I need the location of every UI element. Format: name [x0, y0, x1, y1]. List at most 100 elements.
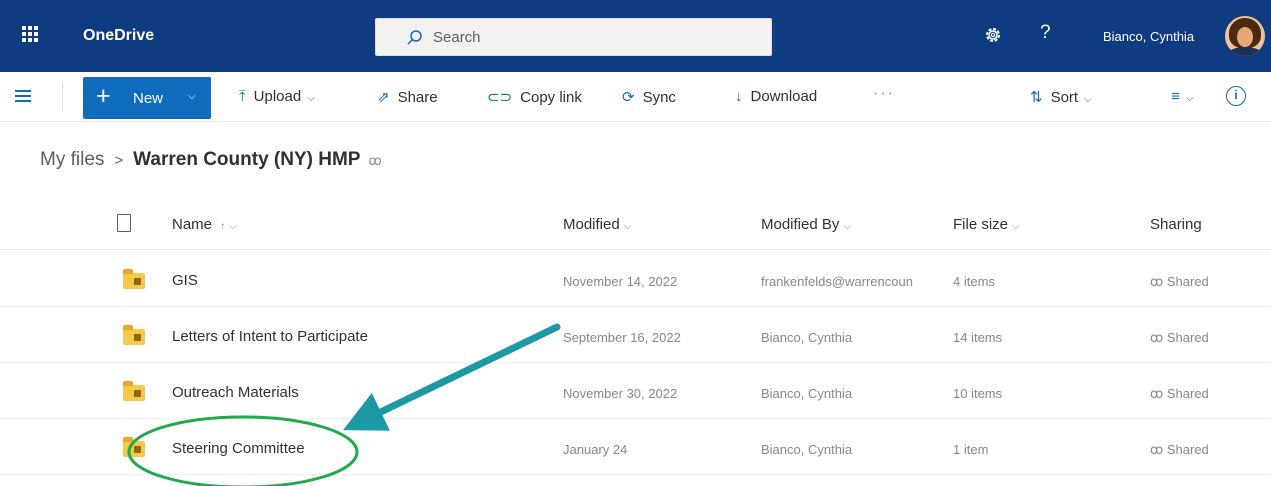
file-row[interactable]: Letters of Intent to Participate Septemb…: [0, 309, 1271, 363]
file-modified-by[interactable]: frankenfelds@warrencoun: [761, 274, 937, 289]
file-row[interactable]: Outreach Materials November 30, 2022 Bia…: [0, 365, 1271, 419]
new-label: New: [133, 90, 164, 107]
help-icon[interactable]: ?: [1040, 22, 1051, 44]
command-bar: + New ⌵ ⤒ Upload ⌵ ⇗ Share ⊂⊃ Copy link ⟳ Syn…: [0, 72, 1271, 122]
navigation-menu-icon[interactable]: [15, 90, 31, 102]
shared-people-icon: ꝏ: [1150, 386, 1167, 401]
file-modified-by[interactable]: Bianco, Cynthia: [761, 442, 937, 457]
file-sharing-label: Shared: [1166, 386, 1209, 401]
file-row[interactable]: GIS November 14, 2022 frankenfelds@warre…: [0, 253, 1271, 307]
settings-gear-icon[interactable]: [983, 25, 1003, 45]
file-sharing[interactable]: ꝏ Shared: [1150, 442, 1240, 458]
share-label: Share: [397, 89, 438, 106]
share-button[interactable]: ⇗ Share: [377, 88, 438, 106]
upload-icon: ⤒: [239, 88, 246, 105]
file-sharing[interactable]: ꝏ Shared: [1150, 386, 1240, 402]
more-options-icon[interactable]: ···: [873, 85, 895, 103]
column-header-modified[interactable]: Modified ⌵: [563, 216, 631, 233]
file-sharing[interactable]: ꝏ Shared: [1150, 330, 1240, 346]
file-type-icon[interactable]: [117, 214, 131, 232]
file-modified: September 16, 2022: [563, 330, 681, 345]
app-title[interactable]: OneDrive: [83, 27, 154, 45]
column-name-label: Name: [172, 216, 213, 233]
search-icon: [407, 30, 422, 45]
file-sharing-label: Shared: [1166, 330, 1209, 345]
copy-link-label: Copy link: [520, 89, 582, 106]
chevron-down-icon: ⌵: [1084, 94, 1092, 105]
file-modified-by[interactable]: Bianco, Cynthia: [761, 386, 937, 401]
file-modified: November 14, 2022: [563, 274, 678, 289]
file-size: 10 items: [953, 386, 1003, 401]
app-launcher-icon[interactable]: [22, 26, 38, 42]
column-modified-by-label: Modified By: [761, 216, 840, 233]
chevron-down-icon: ⌵: [188, 91, 196, 102]
user-avatar[interactable]: [1225, 16, 1265, 56]
file-sharing[interactable]: ꝏ Shared: [1150, 274, 1240, 290]
chevron-down-icon: ⌵: [307, 93, 315, 104]
folder-icon: [123, 437, 145, 457]
sort-arrow-icon: ↑: [220, 221, 226, 232]
file-modified: November 30, 2022: [563, 386, 678, 401]
file-name[interactable]: Outreach Materials: [172, 384, 532, 401]
file-size: 4 items: [953, 274, 995, 289]
sync-icon: ⟳: [622, 89, 635, 106]
folder-icon: [123, 269, 145, 289]
file-row[interactable]: Steering Committee January 24 Bianco, Cy…: [0, 421, 1271, 475]
search-box[interactable]: Search: [375, 18, 772, 56]
sort-button[interactable]: ⇅ Sort ⌵: [1030, 88, 1092, 106]
file-modified-by[interactable]: Bianco, Cynthia: [761, 330, 937, 345]
folder-icon: [123, 325, 145, 345]
suite-bar: OneDrive Search ? Bianco, Cynthia: [0, 0, 1271, 72]
column-file-size-label: File size: [953, 216, 1009, 233]
file-modified: January 24: [563, 442, 628, 457]
file-name[interactable]: Steering Committee: [172, 440, 532, 457]
command-divider: [62, 82, 63, 112]
file-size: 1 item: [953, 442, 989, 457]
link-icon: ⊂⊃: [487, 89, 513, 106]
breadcrumb-root[interactable]: My files: [40, 149, 104, 170]
upload-label: Upload: [253, 88, 302, 105]
shared-people-icon: ꝏ: [368, 153, 382, 168]
column-modified-label: Modified: [563, 216, 620, 233]
download-label: Download: [750, 88, 818, 105]
view-options-button[interactable]: ≡ ⌵: [1171, 88, 1193, 105]
breadcrumb-current[interactable]: Warren County (NY) HMP: [133, 149, 360, 170]
column-header-name[interactable]: Name ↑ ⌵: [172, 216, 237, 233]
file-size: 14 items: [953, 330, 1003, 345]
user-name[interactable]: Bianco, Cynthia: [1103, 29, 1194, 44]
info-icon[interactable]: i: [1226, 86, 1246, 106]
chevron-down-icon: ⌵: [1185, 93, 1194, 104]
avatar-shirt: [1227, 47, 1263, 56]
plus-icon: +: [96, 82, 111, 110]
shared-people-icon: ꝏ: [1150, 330, 1167, 345]
column-header-file-size[interactable]: File size ⌵: [953, 216, 1020, 233]
sync-button[interactable]: ⟳ Sync: [622, 88, 676, 106]
shared-people-icon: ꝏ: [1150, 274, 1167, 289]
column-header-modified-by[interactable]: Modified By ⌵: [761, 216, 851, 233]
column-sharing-label: Sharing: [1150, 216, 1202, 233]
sync-label: Sync: [642, 89, 676, 106]
chevron-down-icon: ⌵: [1012, 221, 1020, 232]
shared-people-icon: ꝏ: [1150, 442, 1167, 457]
avatar-face: [1237, 27, 1253, 47]
sort-icon: ⇅: [1030, 89, 1043, 106]
search-input[interactable]: Search: [433, 29, 481, 46]
file-name[interactable]: GIS: [172, 272, 532, 289]
download-button[interactable]: ↓ Download: [735, 88, 817, 105]
copy-link-button[interactable]: ⊂⊃ Copy link: [487, 88, 582, 106]
column-header-sharing[interactable]: Sharing: [1150, 216, 1202, 233]
new-button[interactable]: + New ⌵: [83, 77, 211, 119]
file-sharing-label: Shared: [1166, 442, 1209, 457]
breadcrumb-separator: >: [114, 152, 124, 169]
upload-button[interactable]: ⤒ Upload ⌵: [239, 88, 315, 105]
share-icon: ⇗: [377, 89, 390, 106]
chevron-down-icon: ⌵: [843, 221, 851, 232]
folder-icon: [123, 381, 145, 401]
file-name[interactable]: Letters of Intent to Participate: [172, 328, 532, 345]
file-sharing-label: Shared: [1166, 274, 1209, 289]
list-view-icon: ≡: [1171, 88, 1180, 105]
chevron-down-icon: ⌵: [229, 221, 237, 232]
chevron-down-icon: ⌵: [623, 221, 632, 232]
download-icon: ↓: [735, 88, 743, 105]
sort-label: Sort: [1050, 89, 1079, 106]
